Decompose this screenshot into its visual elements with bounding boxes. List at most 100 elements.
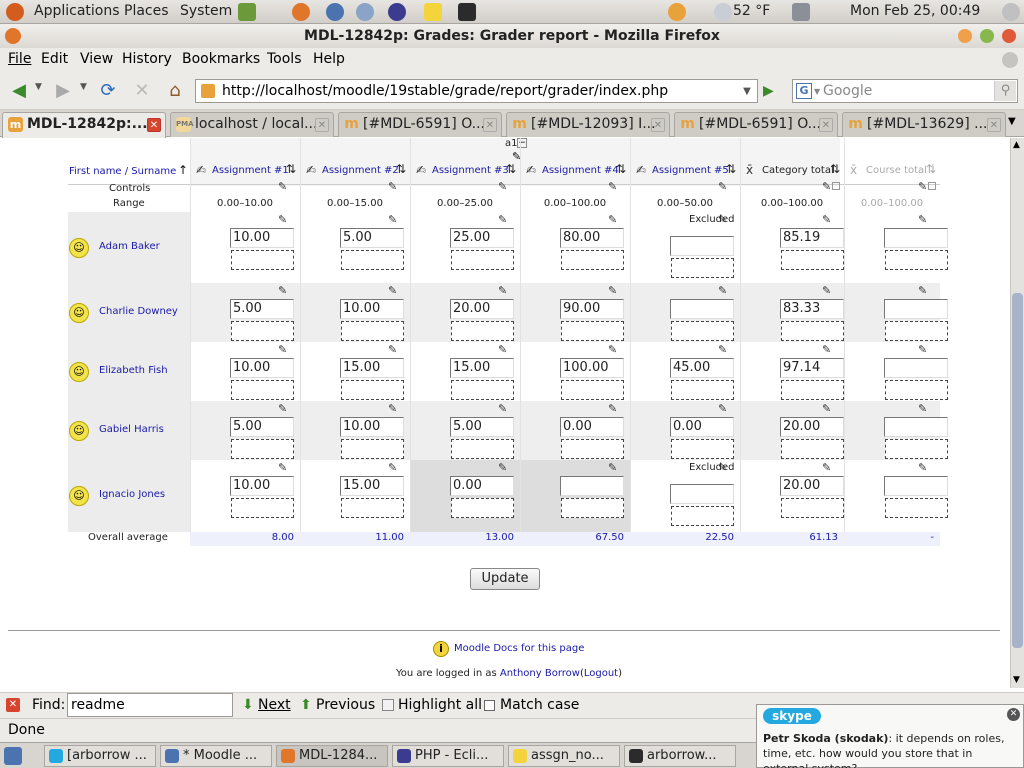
column-header[interactable]: Assignment #1	[212, 165, 289, 176]
grade-input[interactable]	[670, 299, 734, 319]
engine-dropdown-icon[interactable]: ▼	[814, 81, 820, 103]
grade-input[interactable]: 15.00	[340, 358, 404, 378]
sort-icon[interactable]: ⇅	[286, 162, 296, 176]
feedback-input[interactable]	[231, 250, 294, 270]
grade-input[interactable]	[560, 476, 624, 496]
power-icon[interactable]	[1002, 3, 1020, 21]
highlight-all-button[interactable]: Highlight all	[398, 697, 482, 713]
google-engine-icon[interactable]: G	[796, 83, 812, 99]
grade-input[interactable]: 10.00	[340, 299, 404, 319]
moodle-docs-link[interactable]: Moodle Docs for this page	[454, 643, 584, 654]
mail-launcher-icon[interactable]	[326, 3, 344, 21]
feedback-input[interactable]	[341, 321, 404, 341]
menu-places[interactable]: Places	[124, 3, 169, 19]
menu-edit[interactable]: Edit	[41, 51, 68, 67]
calculator-icon[interactable]	[832, 182, 840, 190]
ubuntu-logo-icon[interactable]	[6, 3, 24, 21]
grade-input[interactable]	[884, 358, 948, 378]
minimize-icon[interactable]	[958, 29, 972, 43]
grade-input[interactable]: 15.00	[340, 476, 404, 496]
grade-input[interactable]: 90.00	[560, 299, 624, 319]
grade-input[interactable]: 5.00	[230, 417, 294, 437]
feedback-input[interactable]	[231, 498, 294, 518]
menu-history[interactable]: History	[122, 51, 172, 67]
edit-grade-icon[interactable]: ✎	[388, 343, 397, 356]
volume-icon[interactable]	[792, 3, 810, 21]
edit-grade-icon[interactable]: ✎	[608, 343, 617, 356]
user-avatar[interactable]: ☺	[69, 303, 89, 323]
page-scrollbar[interactable]: ▲ ▼	[1010, 138, 1024, 688]
search-input[interactable]: G ▼ Google ⚲	[792, 79, 1018, 103]
edit-grade-icon[interactable]: ✎	[388, 284, 397, 297]
edit-grade-icon[interactable]: ✎	[608, 402, 617, 415]
scrollbar-thumb[interactable]	[1012, 293, 1023, 648]
user-link[interactable]: Anthony Borrow	[500, 668, 580, 679]
user-avatar[interactable]: ☺	[69, 238, 89, 258]
feedback-input[interactable]	[885, 250, 948, 270]
edit-grade-icon[interactable]: ✎	[498, 343, 507, 356]
tab-mdl-12093[interactable]: m [#MDL-12093] I... ✕	[506, 112, 670, 137]
task-skype-chat[interactable]: [arborrow ...	[44, 745, 156, 767]
eclipse-launcher-icon[interactable]	[388, 3, 406, 21]
sort-arrow-icon[interactable]: ↑	[178, 163, 188, 177]
feedback-input[interactable]	[561, 498, 624, 518]
feedback-input[interactable]	[671, 380, 734, 400]
grade-input[interactable]: 0.00	[670, 417, 734, 437]
grade-input[interactable]	[884, 228, 948, 248]
menu-applications[interactable]: Applications	[34, 3, 120, 19]
weather-temp[interactable]: 52 °F	[733, 3, 770, 19]
skype-notification[interactable]: skype ✕ Petr Skoda (skodak): it depends …	[756, 704, 1024, 768]
grade-input[interactable]: 45.00	[670, 358, 734, 378]
magnifier-icon[interactable]: ⚲	[994, 81, 1016, 101]
edit-grade-icon[interactable]: ✎	[608, 461, 617, 474]
tab-list-dropdown-icon[interactable]: ▼	[1008, 116, 1016, 127]
grade-input[interactable]: 83.33	[780, 299, 844, 319]
edit-grade-icon[interactable]: ✎	[498, 461, 507, 474]
match-case-checkbox[interactable]	[484, 700, 495, 711]
forward-dropdown-icon[interactable]: ▼	[80, 82, 87, 92]
grade-input[interactable]: 10.00	[230, 228, 294, 248]
update-button[interactable]: Update	[470, 568, 540, 590]
tab-mdl-6591[interactable]: m [#MDL-6591] O... ✕	[338, 112, 502, 137]
edit-grade-icon[interactable]: ✎	[608, 213, 617, 226]
close-notification-icon[interactable]: ✕	[1007, 708, 1020, 721]
edit-grade-icon[interactable]: ✎	[918, 461, 927, 474]
user-avatar[interactable]: ☺	[69, 421, 89, 441]
feedback-input[interactable]	[341, 380, 404, 400]
edit-grade-icon[interactable]: ✎	[278, 343, 287, 356]
notes-launcher-icon[interactable]	[424, 3, 442, 21]
feedback-input[interactable]	[231, 380, 294, 400]
url-dropdown-icon[interactable]: ▼	[739, 81, 755, 103]
user-avatar[interactable]: ☺	[69, 486, 89, 506]
edit-grade-icon[interactable]: ✎	[278, 461, 287, 474]
edit-grade-icon[interactable]: ✎	[388, 461, 397, 474]
edit-grade-icon[interactable]: ✎	[918, 343, 927, 356]
find-next-button[interactable]: Next	[258, 697, 291, 713]
forward-button[interactable]: ▶	[50, 78, 76, 104]
menu-bookmarks[interactable]: Bookmarks	[182, 51, 260, 67]
grade-input[interactable]: 20.00	[780, 417, 844, 437]
column-header[interactable]: Assignment #4	[542, 165, 619, 176]
edit-grade-icon[interactable]: ✎	[822, 213, 831, 226]
column-header[interactable]: Course total	[866, 165, 927, 176]
edit-icon[interactable]: ✎	[608, 180, 617, 193]
feedback-input[interactable]	[561, 250, 624, 270]
home-button[interactable]: ⌂	[162, 78, 188, 104]
calculator-icon[interactable]	[928, 182, 936, 190]
edit-grade-icon[interactable]: ✎	[822, 284, 831, 297]
logout-link[interactable]: Logout	[584, 668, 618, 679]
sort-icon[interactable]: ⇅	[726, 162, 736, 176]
edit-grade-icon[interactable]: ✎	[498, 213, 507, 226]
feedback-input[interactable]	[451, 380, 514, 400]
close-tab-icon[interactable]: ✕	[147, 118, 161, 132]
tab-mdl-13629[interactable]: m [#MDL-13629] ... ✕	[842, 112, 1006, 137]
launcher-icon[interactable]	[238, 3, 256, 21]
edit-grade-icon[interactable]: ✎	[822, 461, 831, 474]
name-sort-header[interactable]: First name / Surname	[69, 166, 176, 177]
feedback-input[interactable]	[341, 439, 404, 459]
go-icon[interactable]: ▶	[763, 83, 774, 99]
grade-input[interactable]: 80.00	[560, 228, 624, 248]
task-eclipse[interactable]: PHP - Ecli...	[392, 745, 504, 767]
edit-grade-icon[interactable]: ✎	[608, 284, 617, 297]
grade-input[interactable]: 10.00	[230, 476, 294, 496]
